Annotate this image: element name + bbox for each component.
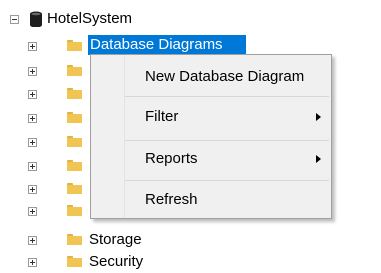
folder-icon	[67, 256, 82, 267]
tree-child-row[interactable]	[0, 107, 88, 129]
folder-icon	[67, 234, 82, 245]
plus-box-icon[interactable]	[28, 90, 37, 99]
tree-child-row[interactable]	[0, 131, 88, 153]
tree-child-row[interactable]	[0, 83, 88, 105]
folder-icon	[67, 40, 82, 51]
tree-root-label: HotelSystem	[47, 10, 133, 27]
plus-box-icon[interactable]	[28, 42, 37, 51]
folder-icon	[67, 160, 82, 171]
folder-icon	[67, 183, 82, 194]
folder-icon	[67, 112, 82, 123]
database-icon	[29, 11, 43, 34]
menu-item-label: Filter	[145, 108, 179, 125]
menu-separator	[125, 96, 329, 97]
plus-box-icon[interactable]	[28, 236, 37, 245]
tree-node-database-diagrams[interactable]: Database Diagrams	[88, 35, 246, 55]
chevron-right-icon	[316, 155, 321, 163]
menu-item-label: Reports	[145, 150, 198, 167]
plus-box-icon[interactable]	[28, 258, 37, 267]
tree-child-row[interactable]	[0, 155, 88, 177]
menu-item-label: Refresh	[145, 191, 198, 208]
tree-child-row[interactable]	[0, 35, 88, 57]
tree-node-label: Security	[89, 253, 144, 270]
tree-node-security[interactable]: Security	[0, 251, 200, 273]
menu-item-label: New Database Diagram	[145, 68, 305, 85]
menu-item-filter[interactable]: Filter	[91, 100, 331, 134]
folder-icon	[67, 205, 82, 216]
plus-box-icon[interactable]	[28, 162, 37, 171]
plus-box-icon[interactable]	[28, 67, 37, 76]
folder-icon	[67, 65, 82, 76]
tree-node-storage[interactable]: Storage	[0, 229, 200, 251]
plus-box-icon[interactable]	[28, 138, 37, 147]
tree-node-label: Storage	[89, 231, 142, 248]
folder-icon	[67, 88, 82, 99]
context-menu: New Database Diagram Filter Reports Refr…	[90, 54, 332, 219]
chevron-right-icon	[316, 113, 321, 121]
folder-icon	[67, 136, 82, 147]
menu-item-refresh[interactable]: Refresh	[91, 183, 331, 217]
tree-child-row[interactable]	[0, 60, 88, 82]
menu-separator	[125, 140, 329, 141]
tree-child-row[interactable]	[0, 200, 88, 222]
tree-child-row[interactable]	[0, 178, 88, 200]
plus-box-icon[interactable]	[28, 114, 37, 123]
menu-separator	[125, 180, 329, 181]
minus-box-icon[interactable]	[10, 15, 19, 24]
tree-root-node[interactable]: HotelSystem	[0, 8, 200, 30]
menu-item-reports[interactable]: Reports	[91, 142, 331, 176]
plus-box-icon[interactable]	[28, 185, 37, 194]
menu-item-new-database-diagram[interactable]: New Database Diagram	[91, 60, 331, 94]
plus-box-icon[interactable]	[28, 207, 37, 216]
